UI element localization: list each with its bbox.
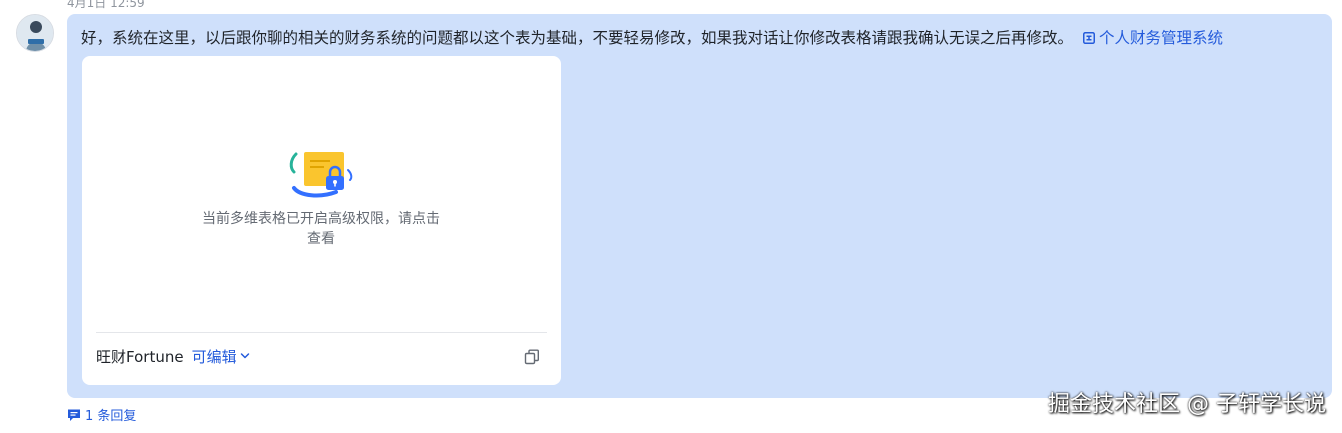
card-owner-name: 旺财Fortune	[96, 348, 184, 366]
message-timestamp: 4月1日 12:59	[67, 0, 145, 10]
message-text-line: 好，系统在这里，以后跟你聊的相关的财务系统的问题都以这个表为基础，不要轻易修改，…	[81, 26, 1223, 50]
bitable-icon	[1083, 32, 1096, 44]
avatar-image	[17, 15, 53, 51]
chevron-down-icon	[240, 353, 249, 359]
permission-notice: 当前多维表格已开启高级权限，请点击查看	[202, 211, 440, 247]
card-footer: 旺财Fortune 可编辑	[96, 346, 250, 368]
permission-dropdown[interactable]: 可编辑	[192, 348, 250, 366]
doc-link-label: 个人财务管理系统	[1099, 29, 1224, 47]
message-text: 好，系统在这里，以后跟你聊的相关的财务系统的问题都以这个表为基础，不要轻易修改，…	[81, 29, 1074, 47]
avatar[interactable]	[16, 14, 54, 52]
lock-illustration	[289, 152, 353, 198]
watermark: 掘金技术社区 @ 子轩学长说	[1048, 392, 1326, 417]
copy-icon[interactable]	[523, 348, 541, 366]
doc-preview-card[interactable]: 当前多维表格已开启高级权限，请点击查看 旺财Fortune 可编辑	[82, 56, 561, 385]
permission-label: 可编辑	[191, 348, 237, 366]
reply-count-label: 1 条回复	[85, 409, 137, 424]
doc-link[interactable]: 个人财务管理系统	[1073, 29, 1223, 47]
comment-icon	[68, 409, 80, 421]
reply-count-link[interactable]: 1 条回复	[67, 408, 136, 426]
message-bubble: 好，系统在这里，以后跟你聊的相关的财务系统的问题都以这个表为基础，不要轻易修改，…	[67, 14, 1332, 398]
card-divider	[96, 332, 547, 333]
